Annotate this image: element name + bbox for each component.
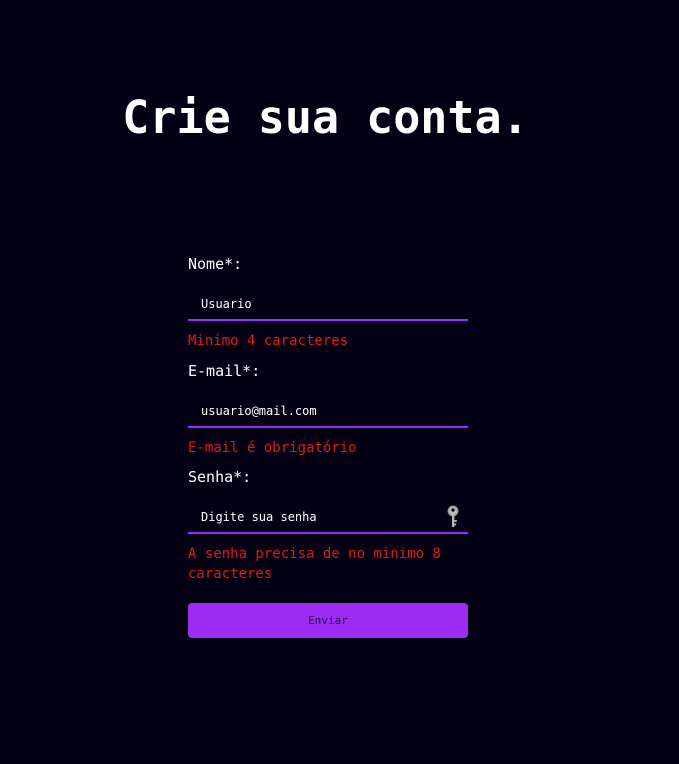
key-icon[interactable]	[446, 505, 460, 529]
page-title: Crie sua conta.	[122, 91, 529, 144]
email-group: E-mail*: E-mail é obrigatório	[188, 361, 468, 467]
email-label: E-mail*:	[188, 362, 261, 380]
email-input[interactable]	[188, 396, 468, 426]
name-group: Nome*: Minimo 4 caracteres	[188, 254, 468, 361]
signup-form: Nome*: Minimo 4 caracteres E-mail*: E-ma…	[188, 254, 468, 638]
name-field-wrapper	[188, 289, 468, 321]
key-icon-svg	[447, 505, 459, 527]
email-error: E-mail é obrigatório	[188, 440, 357, 456]
name-label: Nome*:	[188, 255, 243, 273]
password-error: A senha precisa de no minimo 8 caractere…	[188, 546, 441, 582]
password-group: Senha*: A senha precisa de no minimo 8 c…	[188, 467, 468, 584]
name-input[interactable]	[188, 289, 468, 319]
email-field-wrapper	[188, 396, 468, 428]
password-label: Senha*:	[188, 468, 252, 486]
password-input[interactable]	[188, 502, 468, 532]
password-field-wrapper	[188, 502, 468, 534]
name-error: Minimo 4 caracteres	[188, 333, 349, 349]
submit-button[interactable]: Enviar	[188, 603, 468, 638]
